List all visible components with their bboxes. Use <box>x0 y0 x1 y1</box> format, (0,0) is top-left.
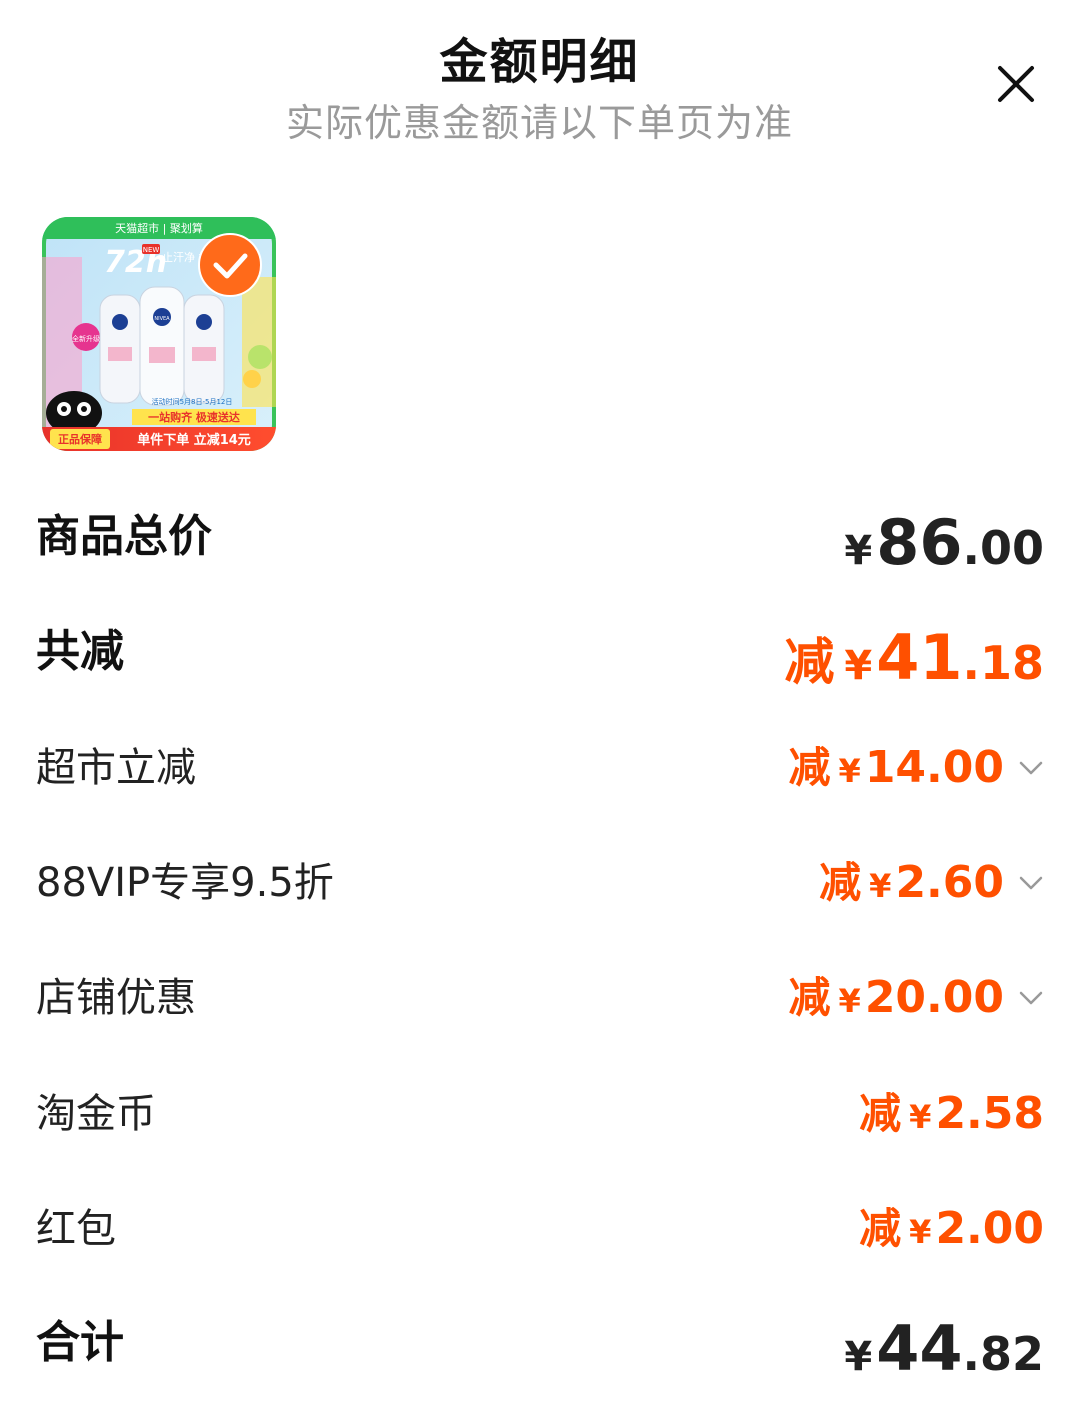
chevron-down-icon[interactable] <box>1018 958 1044 1038</box>
discount-prefix: 减 <box>859 1204 902 1253</box>
guarantee-text: 正品保障 <box>58 432 102 446</box>
currency-symbol: ¥ <box>909 1098 932 1136</box>
currency-symbol: ¥ <box>838 752 861 790</box>
coins-discount-label: 淘金币 <box>36 1091 156 1137</box>
row-total-discount: 共减 减 ¥ 41 .18 <box>36 612 1044 694</box>
sheet-header: 金额明细 实际优惠金额请以下单页为准 <box>0 0 1079 170</box>
store-discount-value: 20.00 <box>864 972 1004 1023</box>
currency-symbol: ¥ <box>838 982 861 1020</box>
total-discount-label: 共减 <box>36 626 124 677</box>
store-discount-amount: 减 ¥ 20.00 <box>789 958 1044 1038</box>
discount-prefix: 减 <box>788 743 831 792</box>
vip-discount-label: 88VIP专享9.5折 <box>36 860 334 906</box>
row-coins-discount: 淘金币 减 ¥ 2.58 <box>36 1074 1044 1154</box>
promo-date: 活动时间5月8日-5月12日 <box>152 397 233 406</box>
selected-check-badge <box>198 233 262 297</box>
vip-discount-amount: 减 ¥ 2.60 <box>819 843 1044 923</box>
discount-prefix: 减 <box>784 633 835 691</box>
redpacket-discount-label: 红包 <box>36 1206 116 1252</box>
row-total: 合计 ¥ 44 .82 <box>36 1303 1044 1385</box>
row-vip-discount[interactable]: 88VIP专享9.5折 减 ¥ 2.60 <box>36 843 1044 923</box>
coins-discount-value: 2.58 <box>935 1088 1044 1139</box>
subtotal-label: 商品总价 <box>36 511 212 562</box>
total-discount-dec: .18 <box>962 636 1045 690</box>
subtotal-amount: ¥ 86 .00 <box>844 503 1044 583</box>
page-subtitle: 实际优惠金额请以下单页为准 <box>285 101 793 145</box>
row-store-discount[interactable]: 店铺优惠 减 ¥ 20.00 <box>36 958 1044 1038</box>
product-thumbnail: 天猫超市 | 聚划算 72h NEW 止汗净 持久干 全新升级 NIVEA 活动… <box>42 217 276 451</box>
discount-text: 单件下单 立减14元 <box>137 432 251 448</box>
total-discount-amount: 减 ¥ 41 .18 <box>784 618 1044 698</box>
total-dec: .82 <box>962 1327 1045 1381</box>
banner-text: 天猫超市 | 聚划算 <box>115 221 203 235</box>
store-discount-label: 店铺优惠 <box>36 975 196 1021</box>
total-amount: ¥ 44 .82 <box>844 1309 1044 1389</box>
currency-symbol: ¥ <box>909 1213 932 1251</box>
currency-symbol: ¥ <box>844 643 873 689</box>
currency-symbol: ¥ <box>844 1334 873 1380</box>
row-supermarket-discount[interactable]: 超市立减 减 ¥ 14.00 <box>36 728 1044 808</box>
coins-discount-amount: 减 ¥ 2.58 <box>859 1074 1044 1154</box>
row-subtotal: 商品总价 ¥ 86 .00 <box>36 497 1044 579</box>
redpacket-discount-value: 2.00 <box>935 1203 1044 1254</box>
chevron-down-icon[interactable] <box>1018 843 1044 923</box>
vip-discount-value: 2.60 <box>895 857 1004 908</box>
supermarket-discount-label: 超市立减 <box>36 745 196 791</box>
currency-symbol: ¥ <box>844 528 873 574</box>
promo-line: 一站购齐 极速送达 <box>148 410 240 424</box>
discount-prefix: 减 <box>859 1089 902 1138</box>
redpacket-discount-amount: 减 ¥ 2.00 <box>859 1189 1044 1269</box>
close-button[interactable] <box>990 58 1042 110</box>
discount-prefix: 减 <box>788 973 831 1022</box>
product-bottles: NIVEA <box>99 286 225 406</box>
row-redpacket-discount: 红包 减 ¥ 2.00 <box>36 1189 1044 1269</box>
chevron-down-icon[interactable] <box>1018 728 1044 808</box>
brand-text: NIVEA <box>154 316 170 322</box>
page-title: 金额明细 <box>439 34 640 90</box>
currency-symbol: ¥ <box>869 867 892 905</box>
side-badge: 全新升级 <box>72 334 100 343</box>
total-label: 合计 <box>36 1317 124 1368</box>
new-badge: NEW <box>143 246 160 254</box>
close-icon <box>998 66 1034 102</box>
discount-prefix: 减 <box>819 858 862 907</box>
total-discount-int: 41 <box>876 621 963 694</box>
subtotal-int: 86 <box>876 506 963 579</box>
supermarket-discount-amount: 减 ¥ 14.00 <box>789 728 1044 808</box>
supermarket-discount-value: 14.00 <box>864 742 1004 793</box>
subtotal-dec: .00 <box>962 521 1045 575</box>
total-int: 44 <box>876 1312 963 1385</box>
